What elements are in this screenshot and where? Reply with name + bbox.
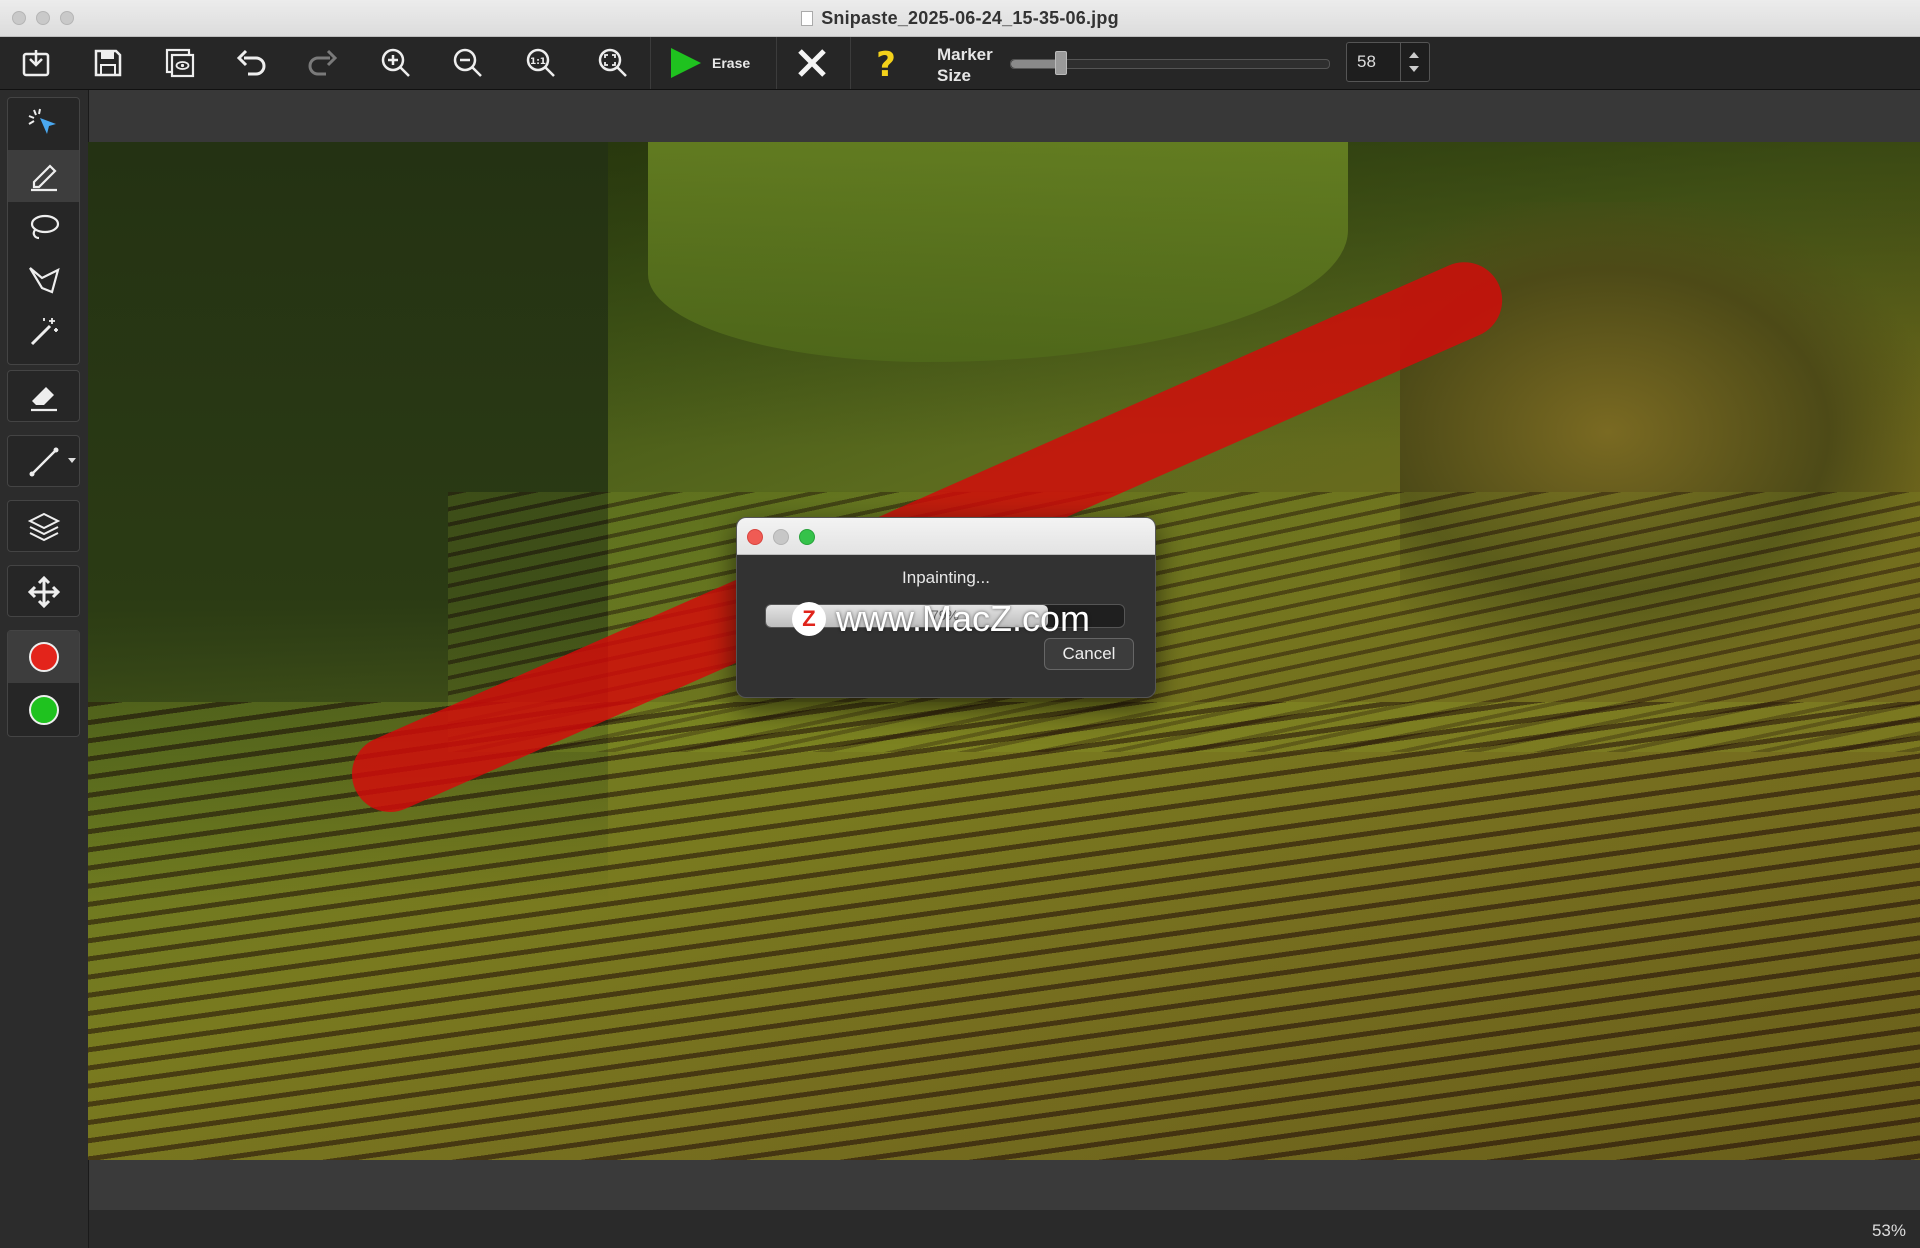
marker-color-group bbox=[7, 630, 80, 737]
polygon-lasso-tool[interactable] bbox=[8, 254, 79, 306]
polygon-lasso-icon bbox=[28, 267, 60, 294]
status-bar: 53% bbox=[89, 1210, 1920, 1248]
marker-size-stepper[interactable]: 58 bbox=[1346, 42, 1430, 82]
marker-size-slider[interactable] bbox=[1010, 51, 1330, 75]
zoom-in-button[interactable] bbox=[373, 41, 419, 85]
save-as-icon bbox=[165, 48, 195, 78]
move-tool[interactable] bbox=[8, 566, 79, 618]
line-icon bbox=[29, 447, 58, 477]
green-swatch bbox=[28, 695, 59, 725]
magic-wand-icon bbox=[30, 318, 58, 346]
canvas-top-margin bbox=[89, 90, 1920, 142]
marker-icon bbox=[30, 164, 57, 192]
watermark-badge: Z bbox=[792, 602, 826, 636]
lasso-tool[interactable] bbox=[8, 202, 79, 254]
actual-size-button[interactable]: 1:1 bbox=[518, 41, 564, 85]
line-tool[interactable] bbox=[8, 436, 79, 488]
selection-tools-group bbox=[7, 97, 80, 365]
tool-panel bbox=[0, 90, 89, 1248]
zoom-out-icon bbox=[453, 48, 482, 77]
actual-size-icon: 1:1 bbox=[526, 48, 555, 77]
red-marker-swatch[interactable] bbox=[8, 631, 79, 683]
save-icon bbox=[94, 49, 122, 77]
svg-text:1:1: 1:1 bbox=[530, 57, 546, 67]
close-icon bbox=[798, 49, 826, 77]
distant-hill bbox=[648, 142, 1348, 362]
lasso-icon bbox=[30, 214, 59, 240]
dialog-minimize-button[interactable] bbox=[773, 529, 789, 545]
toolbar: 1:1 Erase ? Marker Size 58 bbox=[0, 37, 1920, 90]
open-button[interactable] bbox=[13, 41, 59, 85]
move-group bbox=[7, 565, 80, 617]
svg-text:?: ? bbox=[876, 46, 896, 80]
stepper-arrows bbox=[1400, 43, 1429, 81]
dialog-close-button[interactable] bbox=[747, 529, 763, 545]
red-swatch bbox=[28, 642, 59, 672]
toolbar-separator bbox=[850, 37, 851, 89]
dialog-zoom-button[interactable] bbox=[799, 529, 815, 545]
dialog-message: Inpainting... bbox=[902, 568, 990, 587]
toolbar-separator bbox=[650, 37, 651, 89]
open-icon bbox=[22, 50, 50, 77]
chevron-down-icon[interactable] bbox=[68, 458, 76, 463]
fit-to-window-button[interactable] bbox=[590, 41, 636, 85]
undo-icon bbox=[236, 49, 266, 76]
canvas-bottom-margin bbox=[89, 1160, 1920, 1210]
erase-label: Erase bbox=[712, 55, 751, 71]
layers-icon bbox=[27, 512, 60, 542]
select-icon bbox=[27, 108, 56, 134]
redo-button[interactable] bbox=[300, 41, 346, 85]
cancel-erase-button[interactable] bbox=[789, 41, 835, 85]
slider-thumb[interactable] bbox=[1055, 51, 1068, 75]
save-button[interactable] bbox=[85, 41, 131, 85]
redo-icon bbox=[308, 49, 338, 76]
window-title: Snipaste_2025-06-24_15-35-06.jpg bbox=[821, 7, 1119, 28]
dialog-titlebar bbox=[737, 518, 1155, 555]
fit-icon bbox=[598, 48, 627, 77]
marker-label-line1: Marker bbox=[937, 45, 993, 64]
marker-size-label: Marker Size bbox=[937, 44, 993, 86]
zoom-out-button[interactable] bbox=[445, 41, 491, 85]
cancel-button[interactable]: Cancel bbox=[1044, 638, 1134, 670]
zoom-in-icon bbox=[381, 48, 410, 77]
line-group bbox=[7, 435, 80, 487]
save-as-button[interactable] bbox=[157, 41, 203, 85]
help-icon: ? bbox=[876, 46, 896, 80]
erase-button[interactable]: Erase bbox=[668, 41, 768, 85]
play-icon bbox=[671, 48, 701, 78]
eraser-icon bbox=[30, 387, 57, 412]
stepper-up-icon[interactable] bbox=[1409, 52, 1419, 58]
magic-wand-tool[interactable] bbox=[8, 306, 79, 358]
layers-tool[interactable] bbox=[8, 501, 79, 553]
eraser-tool[interactable] bbox=[8, 371, 79, 423]
marker-size-value[interactable]: 58 bbox=[1357, 52, 1376, 72]
document-icon bbox=[801, 10, 814, 26]
toolbar-separator bbox=[776, 37, 777, 89]
layers-group bbox=[7, 500, 80, 552]
zoom-level: 53% bbox=[1871, 1221, 1906, 1240]
eraser-group bbox=[7, 370, 80, 422]
move-icon bbox=[27, 575, 60, 609]
watermark: Z www.MacZ.com bbox=[792, 598, 1090, 640]
stepper-down-icon[interactable] bbox=[1409, 66, 1419, 72]
watermark-text: www.MacZ.com bbox=[836, 598, 1091, 639]
select-tool[interactable] bbox=[8, 98, 79, 150]
green-marker-swatch[interactable] bbox=[8, 684, 79, 736]
undo-button[interactable] bbox=[228, 41, 274, 85]
marker-label-line2: Size bbox=[937, 66, 972, 85]
help-button[interactable]: ? bbox=[863, 41, 909, 85]
window-titlebar: Snipaste_2025-06-24_15-35-06.jpg bbox=[0, 0, 1920, 37]
marker-tool[interactable] bbox=[8, 150, 79, 202]
